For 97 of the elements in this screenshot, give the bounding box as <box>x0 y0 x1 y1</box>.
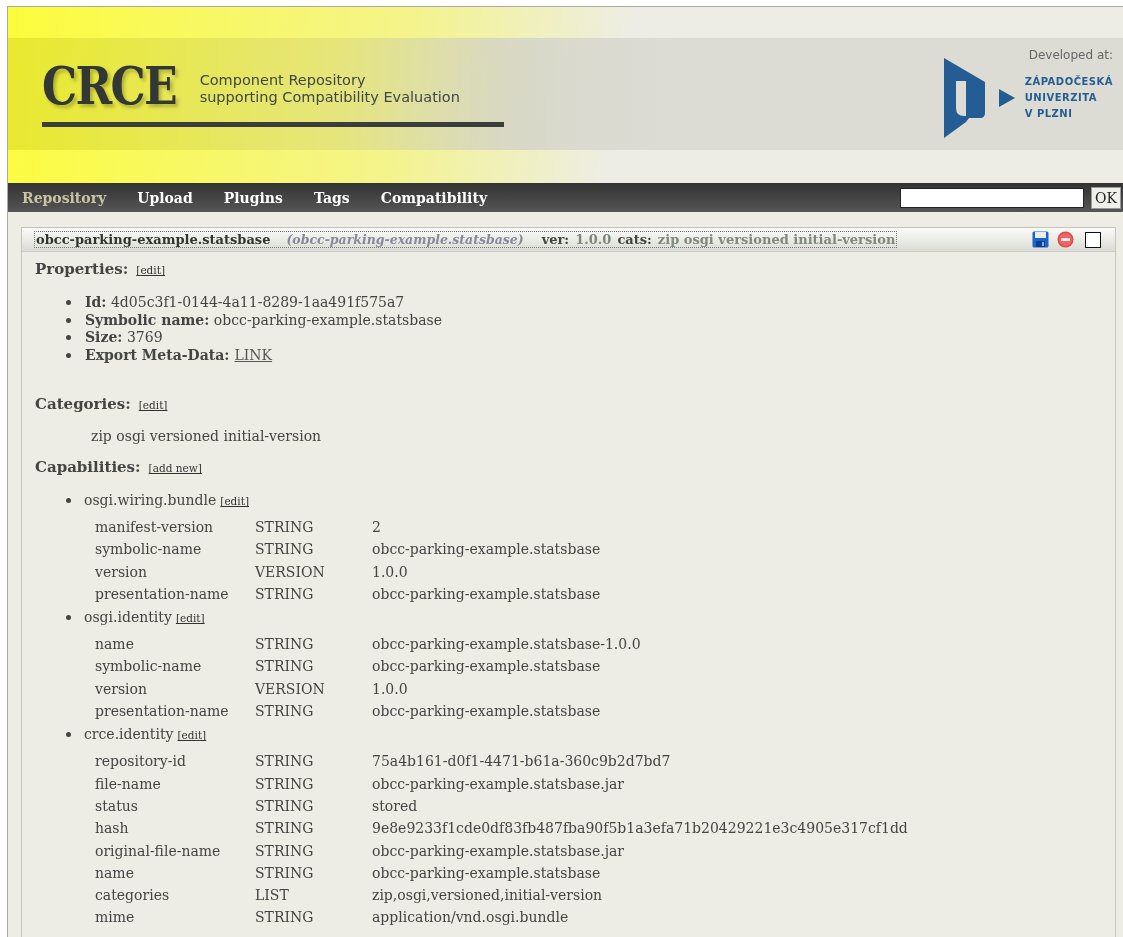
attribute-value: 1.0.0 <box>372 679 409 699</box>
nav-tab[interactable]: Plugins <box>223 189 283 206</box>
capability-name: osgi.wiring.bundle <box>84 492 217 508</box>
attribute-value: 75a4b161-d0f1-4471-b61a-360c9b2d7bd7 <box>372 752 672 772</box>
component-alias: (obcc-parking-example.statsbase) <box>286 232 524 247</box>
attribute-type: STRING <box>255 774 315 794</box>
capability-name: crce.identity <box>84 726 174 743</box>
version-label: ver: <box>541 232 570 247</box>
property-item: Size: 3769 <box>85 329 163 347</box>
attribute-name: mime <box>95 908 136 928</box>
attribute-name: manifest-version <box>95 518 215 537</box>
tagline: supporting Compatibility Evaluation <box>199 89 460 106</box>
section-title: Categories: <box>35 395 131 413</box>
edit-link[interactable]: [edit] <box>177 729 207 742</box>
attribute-type: STRING <box>255 796 315 816</box>
property-label: Export Meta-Data: <box>85 346 230 364</box>
attribute-value: application/vnd.osgi.bundle <box>372 908 570 928</box>
attribute-type: STRING <box>255 657 315 677</box>
edit-link[interactable]: [edit] <box>220 495 249 507</box>
attribute-name: name <box>95 863 135 883</box>
edit-link[interactable]: [edit] <box>136 264 165 276</box>
attribute-value: obcc-parking-example.statsbase.jar <box>372 841 626 861</box>
nav-tab[interactable]: Compatibility <box>380 189 488 206</box>
attribute-value: zip,osgi,versioned,initial-version <box>372 886 604 906</box>
categories-label: cats: <box>617 232 652 247</box>
attribute-value: 1.0.0 <box>372 562 409 582</box>
remove-icon[interactable] <box>1057 231 1074 248</box>
section-title: Properties: <box>35 260 129 278</box>
attribute-name: status <box>95 796 139 816</box>
triangle-icon <box>998 89 1015 107</box>
tagline: Component Repository <box>199 72 367 89</box>
attribute-type: STRING <box>255 702 315 722</box>
attribute-value: obcc-parking-example.statsbase.jar <box>372 774 626 794</box>
attribute-value: 9e8e9233f1cde0df83fb487fba90f5b1a3efa71b20429221e3c4905e317cf1dd <box>372 819 908 839</box>
attribute-name: repository-id <box>95 752 187 772</box>
attribute-value: obcc-parking-example.statsbase <box>372 863 602 883</box>
save-icon[interactable] <box>1032 231 1049 248</box>
nav-tab[interactable]: Tags <box>313 189 350 206</box>
logo-text: CRCE <box>42 60 176 112</box>
attribute-value: obcc-parking-example.statsbase <box>372 584 601 604</box>
bullet-icon <box>66 614 71 620</box>
attribute-value: obcc-parking-example.statsbase <box>372 702 602 722</box>
version-value: 1.0.0 <box>575 232 612 247</box>
bullet-icon <box>66 352 71 358</box>
bullet-icon <box>66 300 71 306</box>
attribute-name: categories <box>95 886 171 906</box>
attribute-value: obcc-parking-example.statsbase <box>372 657 602 677</box>
university-name: UNIVERZITA <box>1024 91 1098 105</box>
property-item: Symbolic name: obcc-parking-example.statsbase <box>85 311 442 329</box>
attribute-value: obcc-parking-example.statsbase <box>372 540 601 560</box>
attribute-name: name <box>95 635 135 655</box>
attribute-type: STRING <box>255 540 315 560</box>
search-button[interactable]: OK <box>1091 186 1121 209</box>
categories-text: zip osgi versioned initial-version <box>91 428 323 444</box>
bullet-icon <box>66 497 71 503</box>
attribute-value: stored <box>372 796 419 816</box>
section-title: Capabilities: <box>35 458 141 476</box>
categories-value: zip osgi versioned initial-version <box>657 232 896 247</box>
attribute-type: STRING <box>255 635 315 655</box>
attribute-type: STRING <box>255 819 315 839</box>
attribute-type: LIST <box>255 886 290 906</box>
edit-link[interactable]: [edit] <box>175 612 205 625</box>
attribute-type: STRING <box>255 584 315 604</box>
attribute-type: STRING <box>255 752 315 772</box>
select-checkbox[interactable] <box>1085 231 1101 248</box>
attribute-name: symbolic-name <box>95 657 203 677</box>
component-name[interactable]: obcc-parking-example.statsbase <box>36 232 271 247</box>
attribute-name: original-file-name <box>95 841 222 861</box>
attribute-name: version <box>95 562 148 582</box>
attribute-name: hash <box>95 819 130 839</box>
attribute-type: VERSION <box>255 562 326 582</box>
nav-tab[interactable]: Repository <box>22 189 107 206</box>
nav-tab[interactable]: Upload <box>137 189 193 206</box>
bullet-icon <box>66 317 71 323</box>
bullet-icon <box>66 731 71 737</box>
attribute-name: file-name <box>95 774 162 794</box>
developed-at-label: Developed at: <box>1028 48 1113 62</box>
attribute-name: symbolic-name <box>95 540 203 560</box>
university-name: ZÁPADOČESKÁ <box>1024 74 1113 89</box>
bullet-icon <box>66 335 71 341</box>
property-item: Id: 4d05c3f1-0144-4a11-8289-1aa491f575a7 <box>85 294 405 312</box>
university-name: V PLZNI <box>1024 107 1074 121</box>
attribute-name: presentation-name <box>95 702 230 722</box>
search-field[interactable] <box>900 187 1085 208</box>
attribute-value: 2 <box>372 518 382 537</box>
export-link[interactable]: LINK <box>234 346 273 364</box>
attribute-name: presentation-name <box>95 584 230 604</box>
attribute-type: STRING <box>255 908 315 928</box>
attribute-name: version <box>95 679 148 699</box>
edit-link[interactable]: [edit] <box>138 399 168 411</box>
attribute-type: STRING <box>255 863 315 883</box>
attribute-type: VERSION <box>255 679 326 699</box>
attribute-type: STRING <box>255 841 315 861</box>
add-new-link[interactable]: [add new] <box>148 462 202 474</box>
capability-name: osgi.identity <box>84 609 172 626</box>
attribute-type: STRING <box>255 518 315 537</box>
attribute-value: obcc-parking-example.statsbase-1.0.0 <box>372 635 641 655</box>
